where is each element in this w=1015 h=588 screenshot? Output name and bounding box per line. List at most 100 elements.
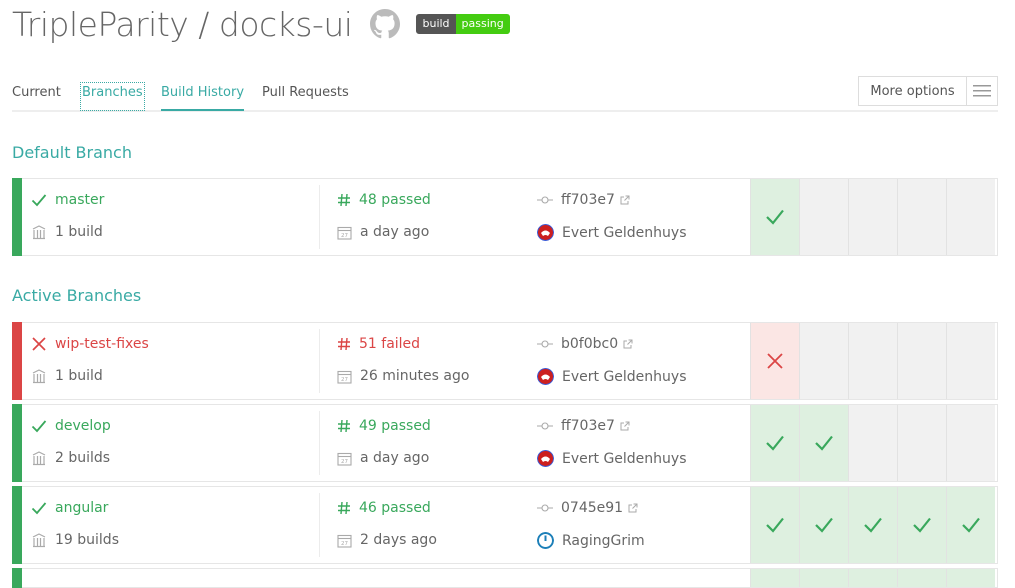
build-count: 1 build bbox=[55, 368, 103, 384]
build-cell-empty bbox=[799, 323, 848, 399]
more-options-label: More options bbox=[859, 77, 967, 105]
build-status[interactable]: 51 failed bbox=[359, 336, 420, 352]
build-cell-passed[interactable] bbox=[750, 487, 799, 563]
page-header: TripleParity / docks-ui build passing bbox=[12, 4, 510, 44]
calendar-icon: 27 bbox=[337, 370, 352, 384]
divider bbox=[319, 329, 320, 393]
branch-name[interactable]: develop bbox=[55, 418, 111, 434]
build-time: 2 days ago bbox=[360, 532, 437, 548]
svg-text:27: 27 bbox=[341, 377, 348, 383]
external-link-icon[interactable] bbox=[620, 421, 630, 431]
builds-icon bbox=[32, 533, 46, 548]
build-cell-passed[interactable] bbox=[799, 487, 848, 563]
branch-row-master[interactable]: master 1 build 48 passed 27 a day ago ff… bbox=[12, 178, 998, 256]
active-branches-heading: Active Branches bbox=[12, 286, 142, 305]
build-cell-empty bbox=[897, 179, 946, 255]
branch-name[interactable]: master bbox=[55, 192, 104, 208]
hamburger-icon[interactable] bbox=[967, 77, 997, 105]
build-cell-empty bbox=[897, 323, 946, 399]
build-cell-passed[interactable] bbox=[750, 405, 799, 481]
build-history-strip bbox=[750, 405, 997, 481]
hash-icon bbox=[338, 501, 350, 515]
repo-title[interactable]: TripleParity / docks-ui bbox=[12, 5, 353, 44]
build-time: a day ago bbox=[360, 450, 430, 466]
build-count: 2 builds bbox=[55, 450, 111, 466]
cross-icon bbox=[32, 337, 46, 351]
check-icon bbox=[31, 502, 47, 515]
build-cell-empty bbox=[799, 179, 848, 255]
build-count: 1 build bbox=[55, 224, 103, 240]
github-icon[interactable] bbox=[370, 9, 401, 39]
badge-value: passing bbox=[455, 14, 510, 34]
branch-row-wip-test-fixes[interactable]: wip-test-fixes 1 build 51 failed 27 26 m… bbox=[12, 322, 998, 400]
status-bar bbox=[12, 404, 22, 482]
svg-text:27: 27 bbox=[341, 459, 348, 465]
commit-icon bbox=[537, 504, 553, 512]
avatar bbox=[537, 368, 554, 385]
branch-row-develop[interactable]: develop 2 builds 49 passed 27 a day ago … bbox=[12, 404, 998, 482]
branch-name[interactable]: wip-test-fixes bbox=[55, 336, 149, 352]
more-options-button[interactable]: More options bbox=[858, 76, 998, 106]
build-time: a day ago bbox=[360, 224, 430, 240]
commit-sha[interactable]: b0f0bc0 bbox=[561, 336, 618, 352]
avatar bbox=[537, 450, 554, 467]
status-bar bbox=[12, 322, 22, 400]
commit-sha[interactable]: 0745e91 bbox=[561, 500, 623, 516]
commit-sha[interactable]: ff703e7 bbox=[561, 192, 615, 208]
commit-icon bbox=[537, 340, 553, 348]
build-cell-passed[interactable] bbox=[897, 487, 946, 563]
build-cell-empty bbox=[848, 179, 897, 255]
build-history-strip bbox=[750, 323, 997, 399]
build-cell-passed[interactable] bbox=[946, 487, 995, 563]
calendar-icon: 27 bbox=[337, 226, 352, 240]
commit-sha[interactable]: ff703e7 bbox=[561, 418, 615, 434]
avatar bbox=[537, 532, 554, 549]
check-icon bbox=[864, 517, 882, 533]
svg-text:27: 27 bbox=[341, 233, 348, 239]
branch-name[interactable]: angular bbox=[55, 500, 108, 516]
commit-author: Evert Geldenhuys bbox=[562, 224, 687, 241]
external-link-icon[interactable] bbox=[628, 503, 638, 513]
check-icon bbox=[815, 435, 833, 451]
check-icon bbox=[815, 517, 833, 533]
external-link-icon[interactable] bbox=[623, 339, 633, 349]
build-history-strip bbox=[750, 179, 997, 255]
divider bbox=[319, 411, 320, 475]
badge-label: build bbox=[416, 14, 456, 34]
build-status[interactable]: 48 passed bbox=[359, 192, 431, 208]
status-bar bbox=[12, 486, 22, 564]
hash-icon bbox=[338, 337, 350, 351]
tab-branches[interactable]: Branches bbox=[80, 82, 145, 111]
build-status-badge[interactable]: build passing bbox=[416, 14, 510, 34]
external-link-icon[interactable] bbox=[620, 195, 630, 205]
svg-text:27: 27 bbox=[341, 541, 348, 547]
tab-current[interactable]: Current bbox=[12, 84, 61, 109]
build-cell-passed[interactable] bbox=[799, 405, 848, 481]
cross-icon bbox=[767, 353, 783, 369]
hash-icon bbox=[338, 419, 350, 433]
commit-author: RagingGrim bbox=[562, 532, 645, 549]
build-status[interactable]: 49 passed bbox=[359, 418, 431, 434]
tab-bar: Current Branches Build History Pull Requ… bbox=[12, 76, 998, 112]
check-icon bbox=[962, 517, 980, 533]
build-history-strip bbox=[750, 487, 997, 563]
status-bar bbox=[12, 178, 22, 256]
check-icon bbox=[766, 435, 784, 451]
check-icon bbox=[766, 209, 784, 225]
check-icon bbox=[31, 420, 47, 433]
tab-pull-requests[interactable]: Pull Requests bbox=[262, 84, 349, 109]
check-icon bbox=[913, 517, 931, 533]
build-count: 19 builds bbox=[55, 532, 119, 548]
branch-row-partial[interactable] bbox=[12, 568, 998, 588]
divider bbox=[319, 493, 320, 557]
builds-icon bbox=[32, 225, 46, 240]
build-cell-empty bbox=[946, 179, 995, 255]
builds-icon bbox=[32, 369, 46, 384]
build-status[interactable]: 46 passed bbox=[359, 500, 431, 516]
build-cell-passed[interactable] bbox=[750, 179, 799, 255]
branch-row-angular[interactable]: angular 19 builds 46 passed 27 2 days ag… bbox=[12, 486, 998, 564]
build-cell-passed[interactable] bbox=[848, 487, 897, 563]
build-cell-failed[interactable] bbox=[750, 323, 799, 399]
calendar-icon: 27 bbox=[337, 534, 352, 548]
tab-build-history[interactable]: Build History bbox=[161, 84, 245, 111]
